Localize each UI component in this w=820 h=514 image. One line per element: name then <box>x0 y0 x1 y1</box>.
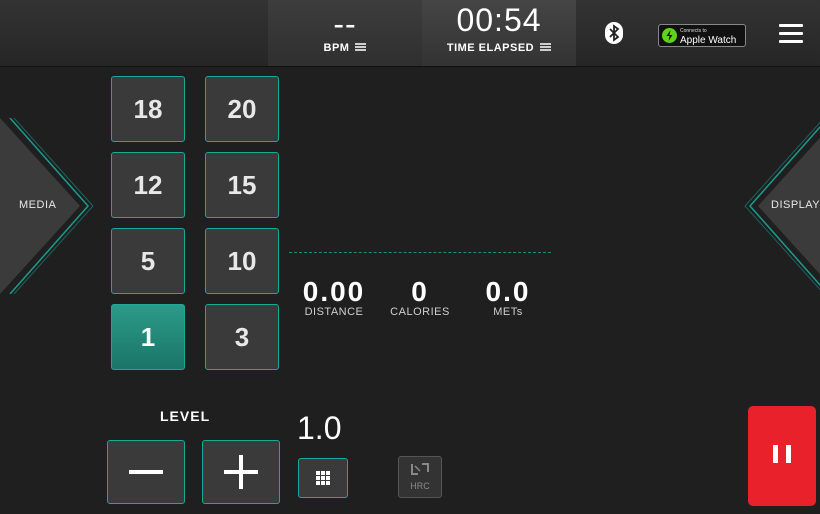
level-key-5[interactable]: 5 <box>111 228 185 294</box>
level-key-15[interactable]: 15 <box>205 152 279 218</box>
distance-value: 0.00 <box>302 276 366 307</box>
bars-icon <box>540 43 552 52</box>
heart-rate-label: BPM <box>323 42 350 54</box>
hrc-button[interactable]: HRC <box>398 456 442 498</box>
level-value: 1.0 <box>297 410 342 446</box>
level-label: LEVEL <box>160 408 211 424</box>
pause-button[interactable] <box>748 406 816 506</box>
plus-icon <box>224 455 258 489</box>
level-key-3[interactable]: 3 <box>205 304 279 370</box>
level-key-20[interactable]: 20 <box>205 76 279 142</box>
level-key-10[interactable]: 10 <box>205 228 279 294</box>
mets-label: METs <box>493 306 523 318</box>
heart-rate-value: -- <box>333 6 357 42</box>
keypad-button[interactable] <box>298 458 348 498</box>
time-label: TIME ELAPSED <box>446 42 535 54</box>
pause-icon <box>769 444 795 468</box>
level-decrease-button[interactable] <box>107 440 185 504</box>
minus-icon <box>129 470 163 474</box>
time-panel: 00:54 TIME ELAPSED <box>422 0 576 66</box>
apple-watch-label: Apple Watch <box>680 34 737 46</box>
level-key-12[interactable]: 12 <box>111 152 185 218</box>
bluetooth-icon[interactable] <box>605 22 623 44</box>
hrc-icon <box>411 463 429 475</box>
keypad-grid-icon <box>316 471 330 485</box>
calories-label: CALORIES <box>390 306 450 318</box>
calories-value: 0 <box>411 276 429 307</box>
heart-rate-panel: -- BPM <box>268 0 422 66</box>
hrc-label: HRC <box>410 481 430 491</box>
hamburger-menu-icon[interactable] <box>779 24 803 43</box>
apple-watch-badge[interactable]: Connects to Apple Watch <box>658 24 746 47</box>
profile-baseline <box>289 252 551 253</box>
media-tab-label: MEDIA <box>19 199 57 211</box>
media-tab[interactable]: MEDIA <box>0 118 96 294</box>
level-key-1[interactable]: 1 <box>111 304 185 370</box>
time-value: 00:54 <box>456 2 542 38</box>
bars-icon <box>355 43 367 52</box>
level-increase-button[interactable] <box>202 440 280 504</box>
distance-label: DISTANCE <box>304 306 364 318</box>
apple-watch-icon <box>662 28 677 43</box>
mets-value: 0.0 <box>485 276 531 307</box>
display-tab-label: DISPLAY <box>771 199 820 211</box>
display-tab[interactable]: DISPLAY <box>742 118 820 294</box>
level-key-18[interactable]: 18 <box>111 76 185 142</box>
